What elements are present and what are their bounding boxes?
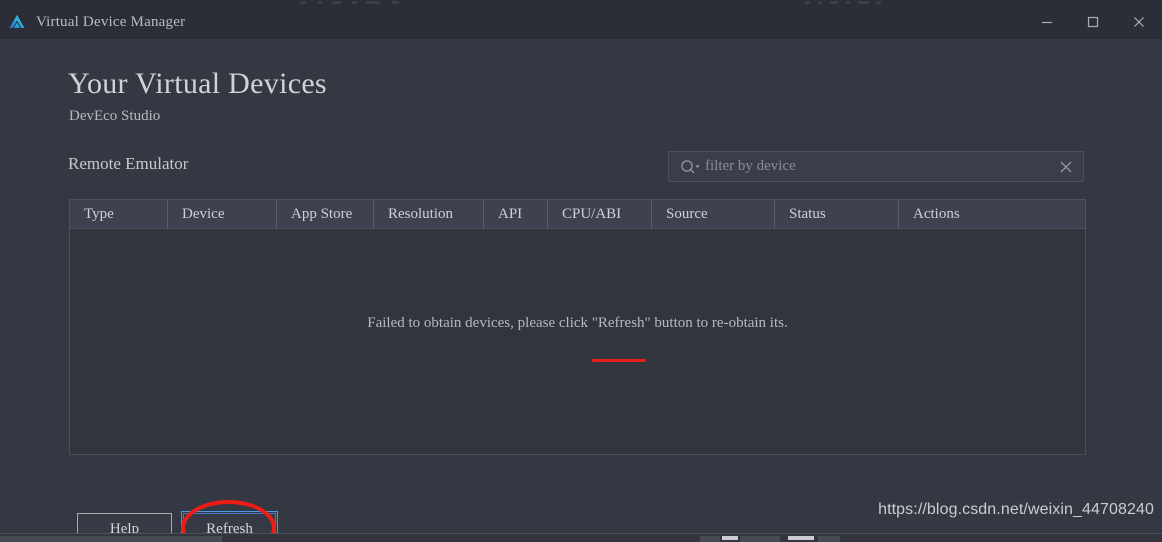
table-column-header[interactable]: CPU/ABI <box>548 200 652 228</box>
table-column-header[interactable]: Type <box>70 200 168 228</box>
table-column-header[interactable]: Source <box>652 200 775 228</box>
window-titlebar[interactable]: Virtual Device Manager <box>0 5 1162 39</box>
maximize-button[interactable] <box>1070 5 1116 39</box>
table-column-header[interactable]: Device <box>168 200 277 228</box>
minimize-icon <box>1042 21 1052 24</box>
main-content: Your Virtual Devices DevEco Studio Remot… <box>0 39 1162 542</box>
clear-filter-icon[interactable] <box>1059 160 1073 174</box>
virtual-device-manager-window: Virtual Device Manager Your Virtual Devi… <box>0 0 1162 542</box>
table-column-header[interactable]: App Store <box>277 200 374 228</box>
close-icon <box>1134 17 1144 27</box>
filter-bar[interactable] <box>668 151 1084 182</box>
window-title: Virtual Device Manager <box>36 13 186 30</box>
section-label-remote-emulator: Remote Emulator <box>68 154 189 173</box>
table-column-header[interactable]: Status <box>775 200 899 228</box>
annotation-underline-refresh <box>592 359 646 362</box>
maximize-icon <box>1087 16 1099 28</box>
deveco-logo-icon <box>8 13 26 31</box>
close-button[interactable] <box>1116 5 1162 39</box>
table-column-header[interactable]: API <box>484 200 548 228</box>
background-window-bottom-edge <box>0 533 1162 542</box>
minimize-button[interactable] <box>1024 5 1070 39</box>
table-header-row: Type Device App Store Resolution API CPU/ABI S… <box>69 199 1086 229</box>
devices-table: Type Device App Store Resolution API CPU/ABI S… <box>69 199 1086 455</box>
table-body: Failed to obtain devices, please click "… <box>69 229 1086 455</box>
filter-input[interactable] <box>701 158 1059 175</box>
watermark: https://blog.csdn.net/weixin_44708240 <box>878 501 1154 518</box>
table-column-header[interactable]: Resolution <box>374 200 484 228</box>
page-subtitle: DevEco Studio <box>69 108 161 124</box>
search-icon[interactable] <box>679 159 701 175</box>
table-column-header[interactable]: Actions <box>899 200 1085 228</box>
window-controls <box>1024 5 1162 39</box>
page-title: Your Virtual Devices <box>68 67 327 100</box>
empty-state-message: Failed to obtain devices, please click "… <box>367 315 788 331</box>
